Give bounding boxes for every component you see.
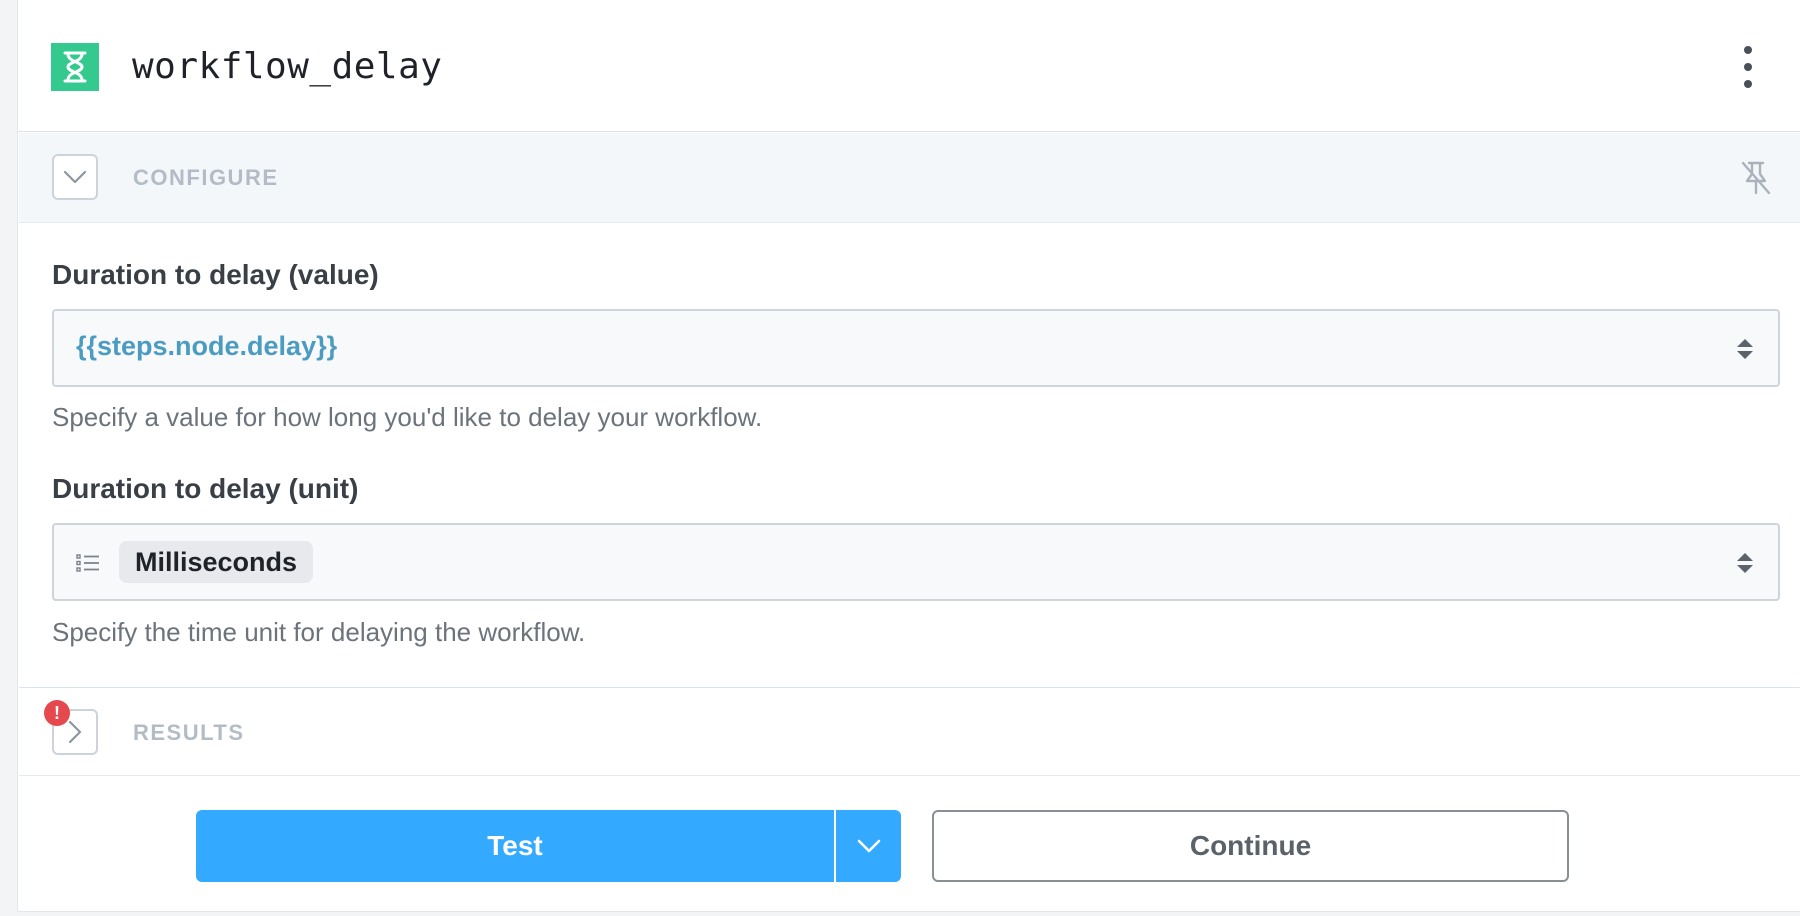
delay-value-expression[interactable]: {{steps.node.delay}} (76, 331, 337, 362)
chevron-down-icon[interactable] (52, 154, 98, 200)
delay-value-label: Duration to delay (value) (52, 259, 379, 290)
test-options-button[interactable] (836, 810, 901, 882)
delay-unit-label: Duration to delay (unit) (52, 473, 359, 504)
continue-button[interactable]: Continue (932, 810, 1569, 882)
selected-unit-chip[interactable]: Milliseconds (119, 541, 314, 583)
delay-value-select[interactable]: {{steps.node.delay}} (52, 309, 1780, 387)
delay-value-help: Specify a value for how long you'd like … (52, 402, 763, 432)
step-title[interactable]: workflow_delay (132, 46, 442, 87)
configure-label: CONFIGURE (133, 165, 279, 190)
delay-unit-select[interactable]: Milliseconds (52, 523, 1780, 601)
test-button[interactable]: Test (196, 810, 834, 882)
step-panel: workflow_delay CONFIGURE Duration to del… (17, 0, 1800, 912)
more-vertical-icon[interactable] (1735, 46, 1761, 88)
delay-unit-help: Specify the time unit for delaying the w… (52, 617, 586, 647)
list-icon (76, 554, 99, 572)
chevron-down-icon (857, 839, 880, 853)
unpin-icon[interactable] (1738, 159, 1774, 197)
error-badge: ! (44, 700, 70, 726)
results-section-header[interactable]: ! RESULTS (19, 687, 1800, 776)
sort-arrows-icon (1737, 553, 1753, 573)
sort-arrows-icon (1737, 339, 1753, 359)
results-label: RESULTS (133, 720, 245, 745)
configure-section-header[interactable]: CONFIGURE (19, 133, 1800, 223)
hourglass-icon (51, 43, 99, 91)
step-header: workflow_delay (18, 0, 1800, 132)
